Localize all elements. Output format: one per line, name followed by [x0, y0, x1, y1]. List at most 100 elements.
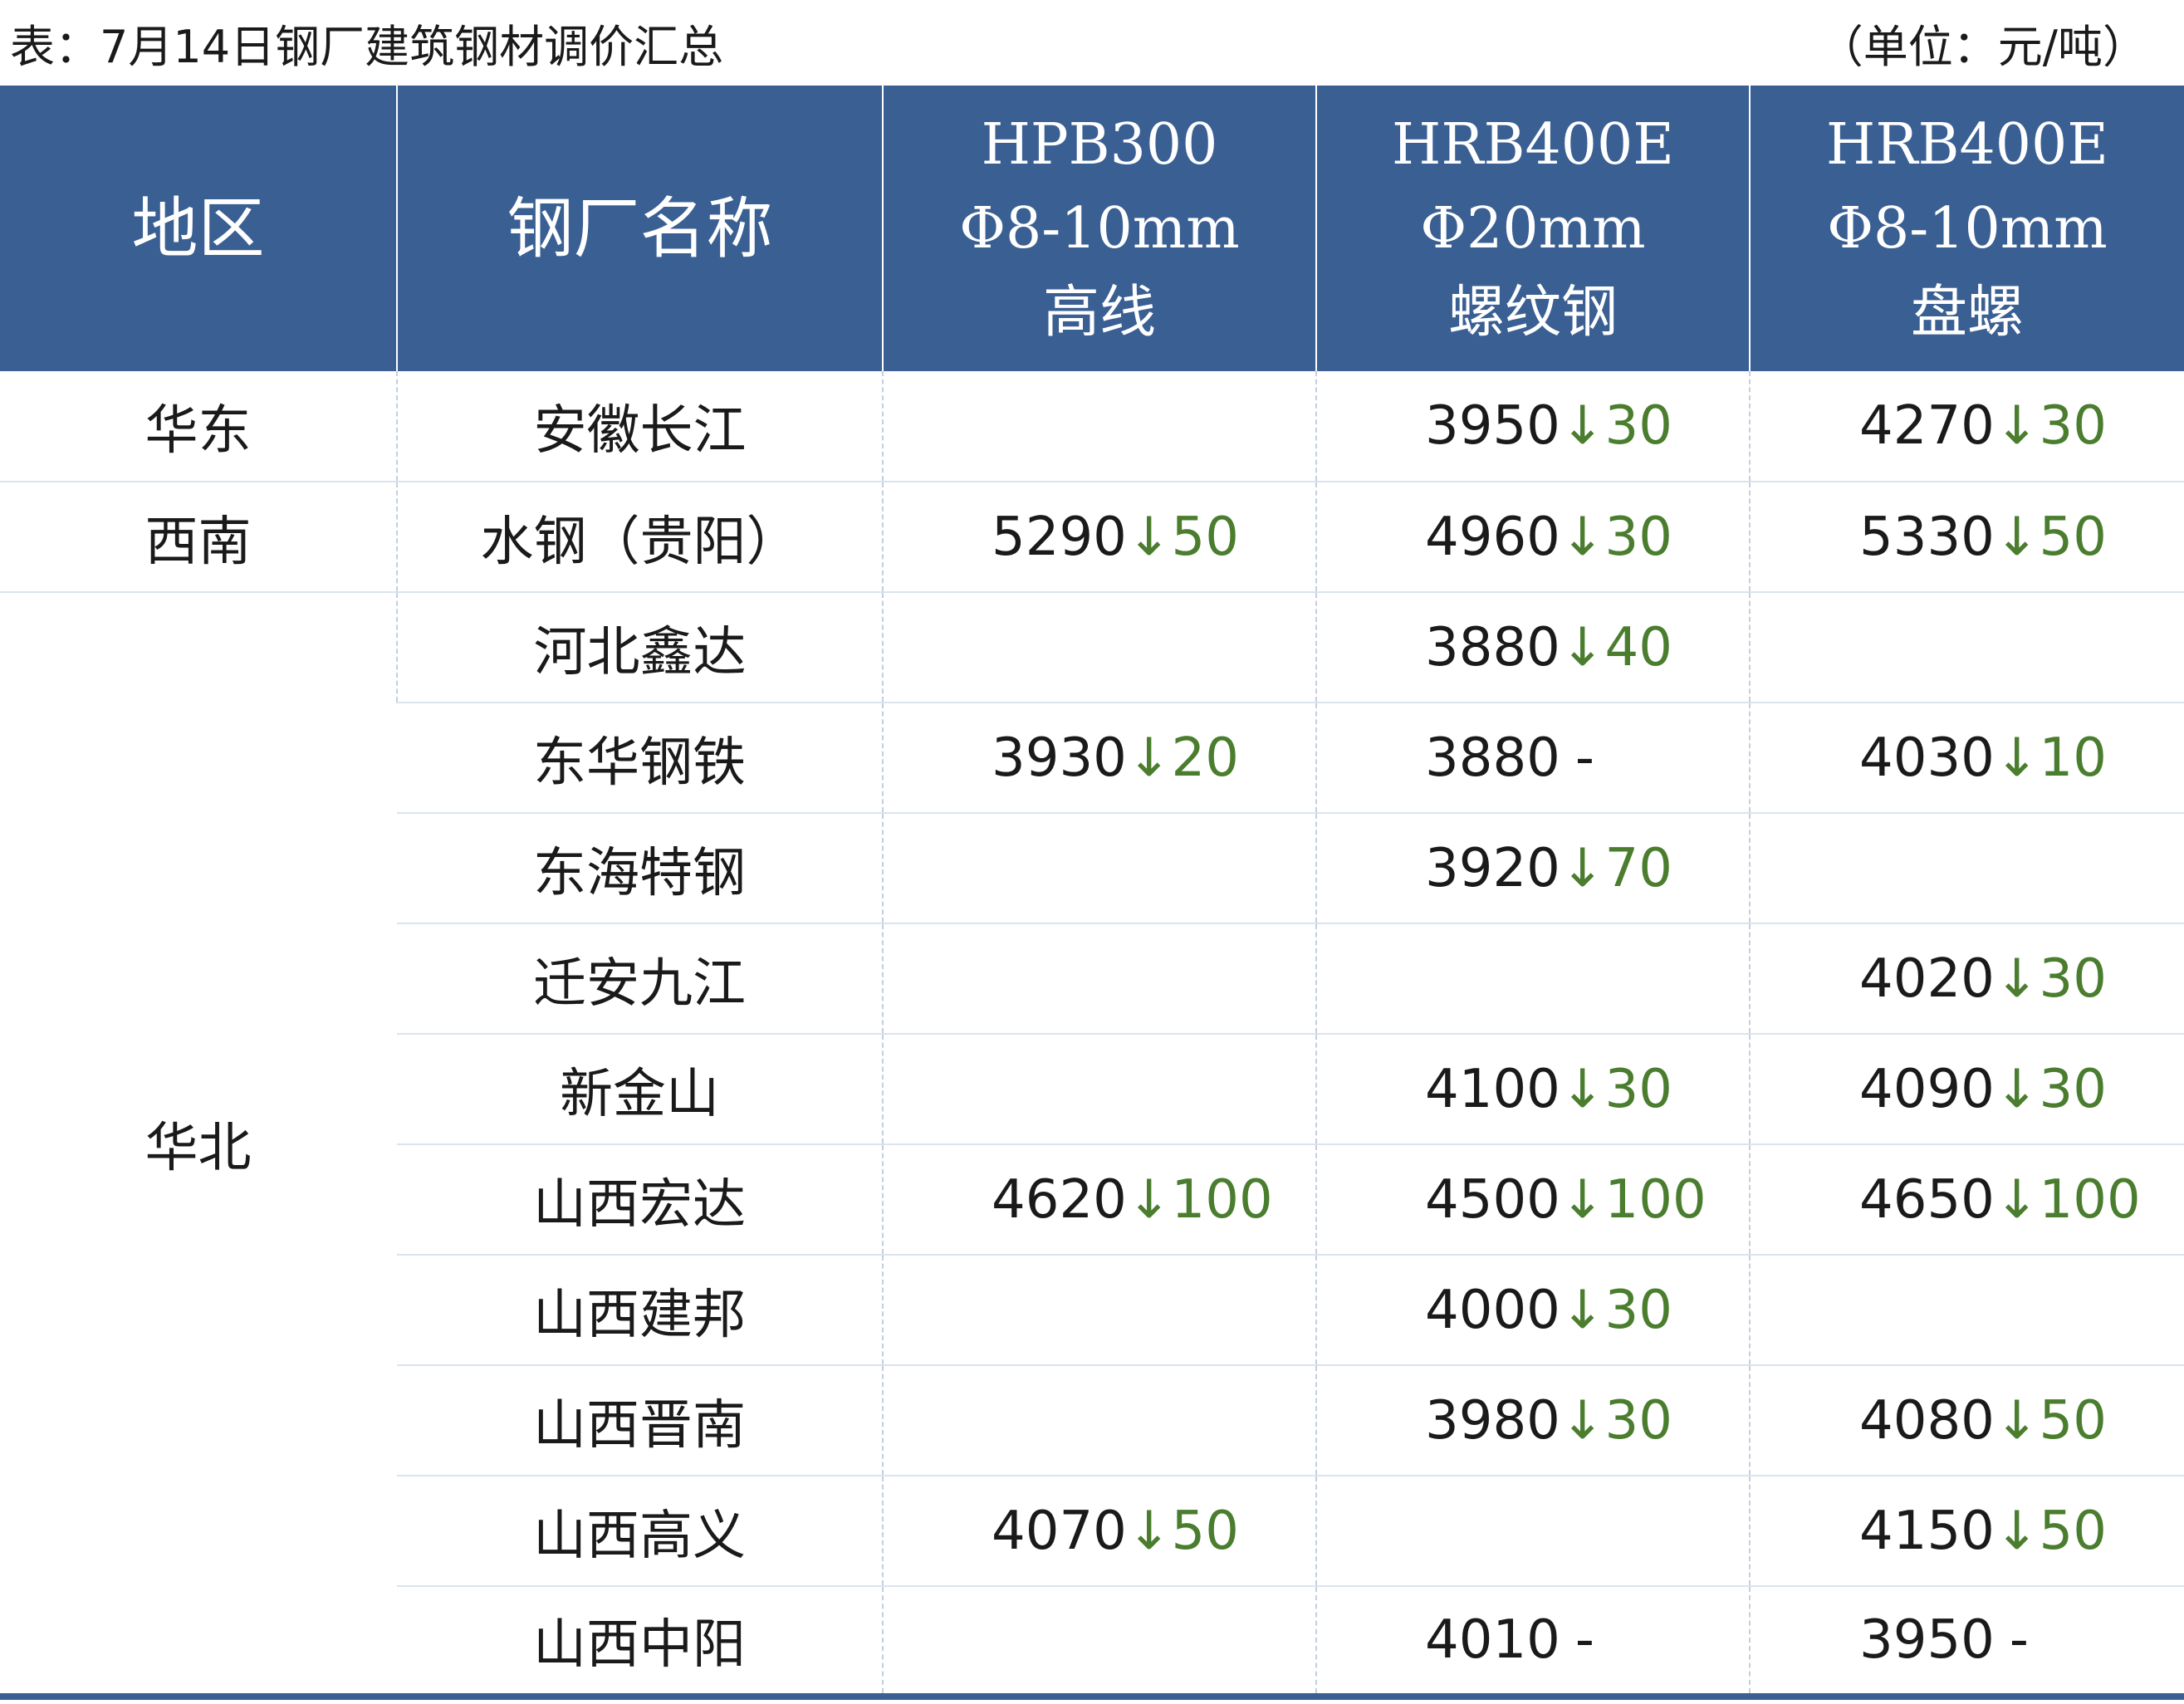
header-hpb300: HPB300 Φ8-10mm 高线	[882, 86, 1316, 371]
price-change: 30	[1604, 506, 1672, 568]
price-value: 4030↓10	[1859, 727, 2133, 789]
price-value: 3880↓40	[1425, 617, 1699, 678]
price-cell: 4270↓30	[1749, 371, 2184, 482]
price-number: 4070	[992, 1500, 1127, 1562]
unit-label: （单位：元/吨）	[1818, 21, 2147, 73]
title-bar: 表：7月14日钢厂建筑钢材调价汇总 （单位：元/吨）	[0, 0, 2184, 86]
price-value: 4150↓50	[1859, 1501, 2133, 1562]
price-change: 30	[1604, 395, 1672, 457]
price-cell: 3950↓30	[1315, 371, 1750, 482]
header-line: 螺纹钢	[1447, 279, 1618, 345]
price-number: 4000	[1425, 1279, 1560, 1341]
mill-name-cell: 东海特钢	[397, 813, 883, 924]
header-row: 地区 钢厂名称 HPB300 Φ8-10mm 高线 HRB400E Φ20mm …	[0, 86, 2184, 371]
header-line: HRB400E	[1826, 111, 2108, 178]
price-number: 3880	[1425, 616, 1560, 678]
header-line: Φ8-10mm	[1827, 195, 2108, 262]
header-line: HRB400E	[1392, 111, 1674, 178]
price-number: 4090	[1859, 1058, 1995, 1120]
mill-name-cell: 东华钢铁	[397, 703, 883, 814]
header-mill: 钢厂名称	[396, 86, 883, 371]
price-value: 3880-	[1425, 727, 1699, 789]
down-arrow-icon: ↓	[1126, 1168, 1172, 1231]
price-cell: 4500↓100	[1315, 1144, 1750, 1256]
price-number: 4500	[1425, 1168, 1560, 1231]
price-cell	[882, 813, 1316, 924]
header-line: 盘螺	[1910, 279, 2024, 345]
down-arrow-icon: ↓	[1560, 1389, 1605, 1452]
price-cell: 3980↓30	[1315, 1365, 1750, 1476]
price-number: 4020	[1859, 947, 1995, 1010]
price-change: 20	[1171, 727, 1239, 789]
price-value: 4500↓100	[1425, 1168, 1707, 1231]
price-cell	[882, 1034, 1316, 1145]
price-cell: 5290↓50	[882, 482, 1316, 593]
price-number: 3880	[1425, 727, 1560, 789]
price-cell: 4020↓30	[1749, 923, 2184, 1035]
price-value: 4020↓30	[1859, 948, 2133, 1010]
region-cell: 西南	[0, 482, 397, 593]
price-value: 3950-	[1859, 1609, 2133, 1671]
price-cell: 3920↓70	[1315, 813, 1750, 924]
price-value: 4070↓50	[992, 1501, 1266, 1562]
down-arrow-icon: ↓	[1560, 395, 1605, 457]
price-change: 70	[1604, 837, 1672, 899]
price-number: 3980	[1425, 1389, 1560, 1452]
price-value: 4650↓100	[1859, 1168, 2141, 1231]
down-arrow-icon: ↓	[1994, 395, 2040, 457]
price-cell: 4100↓30	[1315, 1034, 1750, 1145]
mill-name-cell: 河北鑫达	[396, 592, 883, 703]
price-cell	[1749, 813, 2184, 924]
header-line: 高线	[1042, 279, 1156, 345]
mill-name-cell: 山西中阳	[397, 1586, 883, 1700]
down-arrow-icon: ↓	[1994, 727, 2040, 789]
price-value: 5290↓50	[992, 507, 1266, 568]
price-value: 4270↓30	[1859, 395, 2133, 457]
price-number: 5330	[1859, 506, 1995, 568]
price-value: 4100↓30	[1425, 1059, 1699, 1120]
mill-name-cell: 迁安九江	[397, 923, 883, 1035]
down-arrow-icon: ↓	[1994, 506, 2040, 568]
price-number: 4010	[1425, 1609, 1560, 1671]
price-number: 4270	[1859, 395, 1995, 457]
price-cell: 4090↓30	[1749, 1034, 2184, 1145]
mill-name-cell: 安徽长江	[396, 371, 883, 482]
price-number: 3950	[1859, 1609, 1995, 1671]
price-cell	[882, 1586, 1316, 1700]
table-header: 地区 钢厂名称 HPB300 Φ8-10mm 高线 HRB400E Φ20mm …	[0, 86, 2184, 371]
price-number: 3950	[1425, 395, 1560, 457]
down-arrow-icon: ↓	[1994, 947, 2040, 1010]
header-line: 钢厂名称	[507, 189, 773, 267]
price-number: 4080	[1859, 1389, 1995, 1452]
price-change: 50	[1171, 1500, 1239, 1562]
price-value: 4960↓30	[1425, 507, 1699, 568]
table-row: 华东 安徽长江 3950↓30 4270↓30	[0, 371, 2184, 482]
header-line: Φ8-10mm	[959, 195, 1240, 262]
down-arrow-icon: ↓	[1560, 1058, 1605, 1120]
price-value: 3930↓20	[992, 727, 1266, 789]
down-arrow-icon: ↓	[1560, 506, 1605, 568]
price-value: 3950↓30	[1425, 395, 1699, 457]
price-value: 4620↓100	[992, 1168, 1273, 1231]
price-cell: 4150↓50	[1749, 1476, 2184, 1587]
price-number: 4030	[1859, 727, 1995, 789]
header-hrb400e-rebar: HRB400E Φ20mm 螺纹钢	[1315, 86, 1750, 371]
down-arrow-icon: ↓	[1994, 1168, 2040, 1231]
price-number: 4960	[1425, 506, 1560, 568]
down-arrow-icon: ↓	[1560, 1279, 1605, 1341]
price-number: 4620	[992, 1168, 1127, 1231]
price-cell	[882, 1255, 1316, 1366]
price-change: 30	[1604, 1058, 1672, 1120]
header-line: Φ20mm	[1420, 195, 1646, 262]
down-arrow-icon: ↓	[1126, 1500, 1172, 1562]
table-body: 华东 安徽长江 3950↓30 4270↓30 西南 水钢（贵阳） 5290↓50 4960↓…	[0, 371, 2184, 1700]
price-change: 30	[1604, 1389, 1672, 1452]
price-cell	[882, 1365, 1316, 1476]
region-cell: 华东	[0, 371, 397, 482]
price-cell: 4650↓100	[1749, 1144, 2184, 1256]
down-arrow-icon: ↓	[1560, 1168, 1605, 1231]
down-arrow-icon: ↓	[1994, 1500, 2040, 1562]
price-cell: 4000↓30	[1315, 1255, 1750, 1366]
price-change: 40	[1604, 616, 1672, 678]
price-number: 4100	[1425, 1058, 1560, 1120]
